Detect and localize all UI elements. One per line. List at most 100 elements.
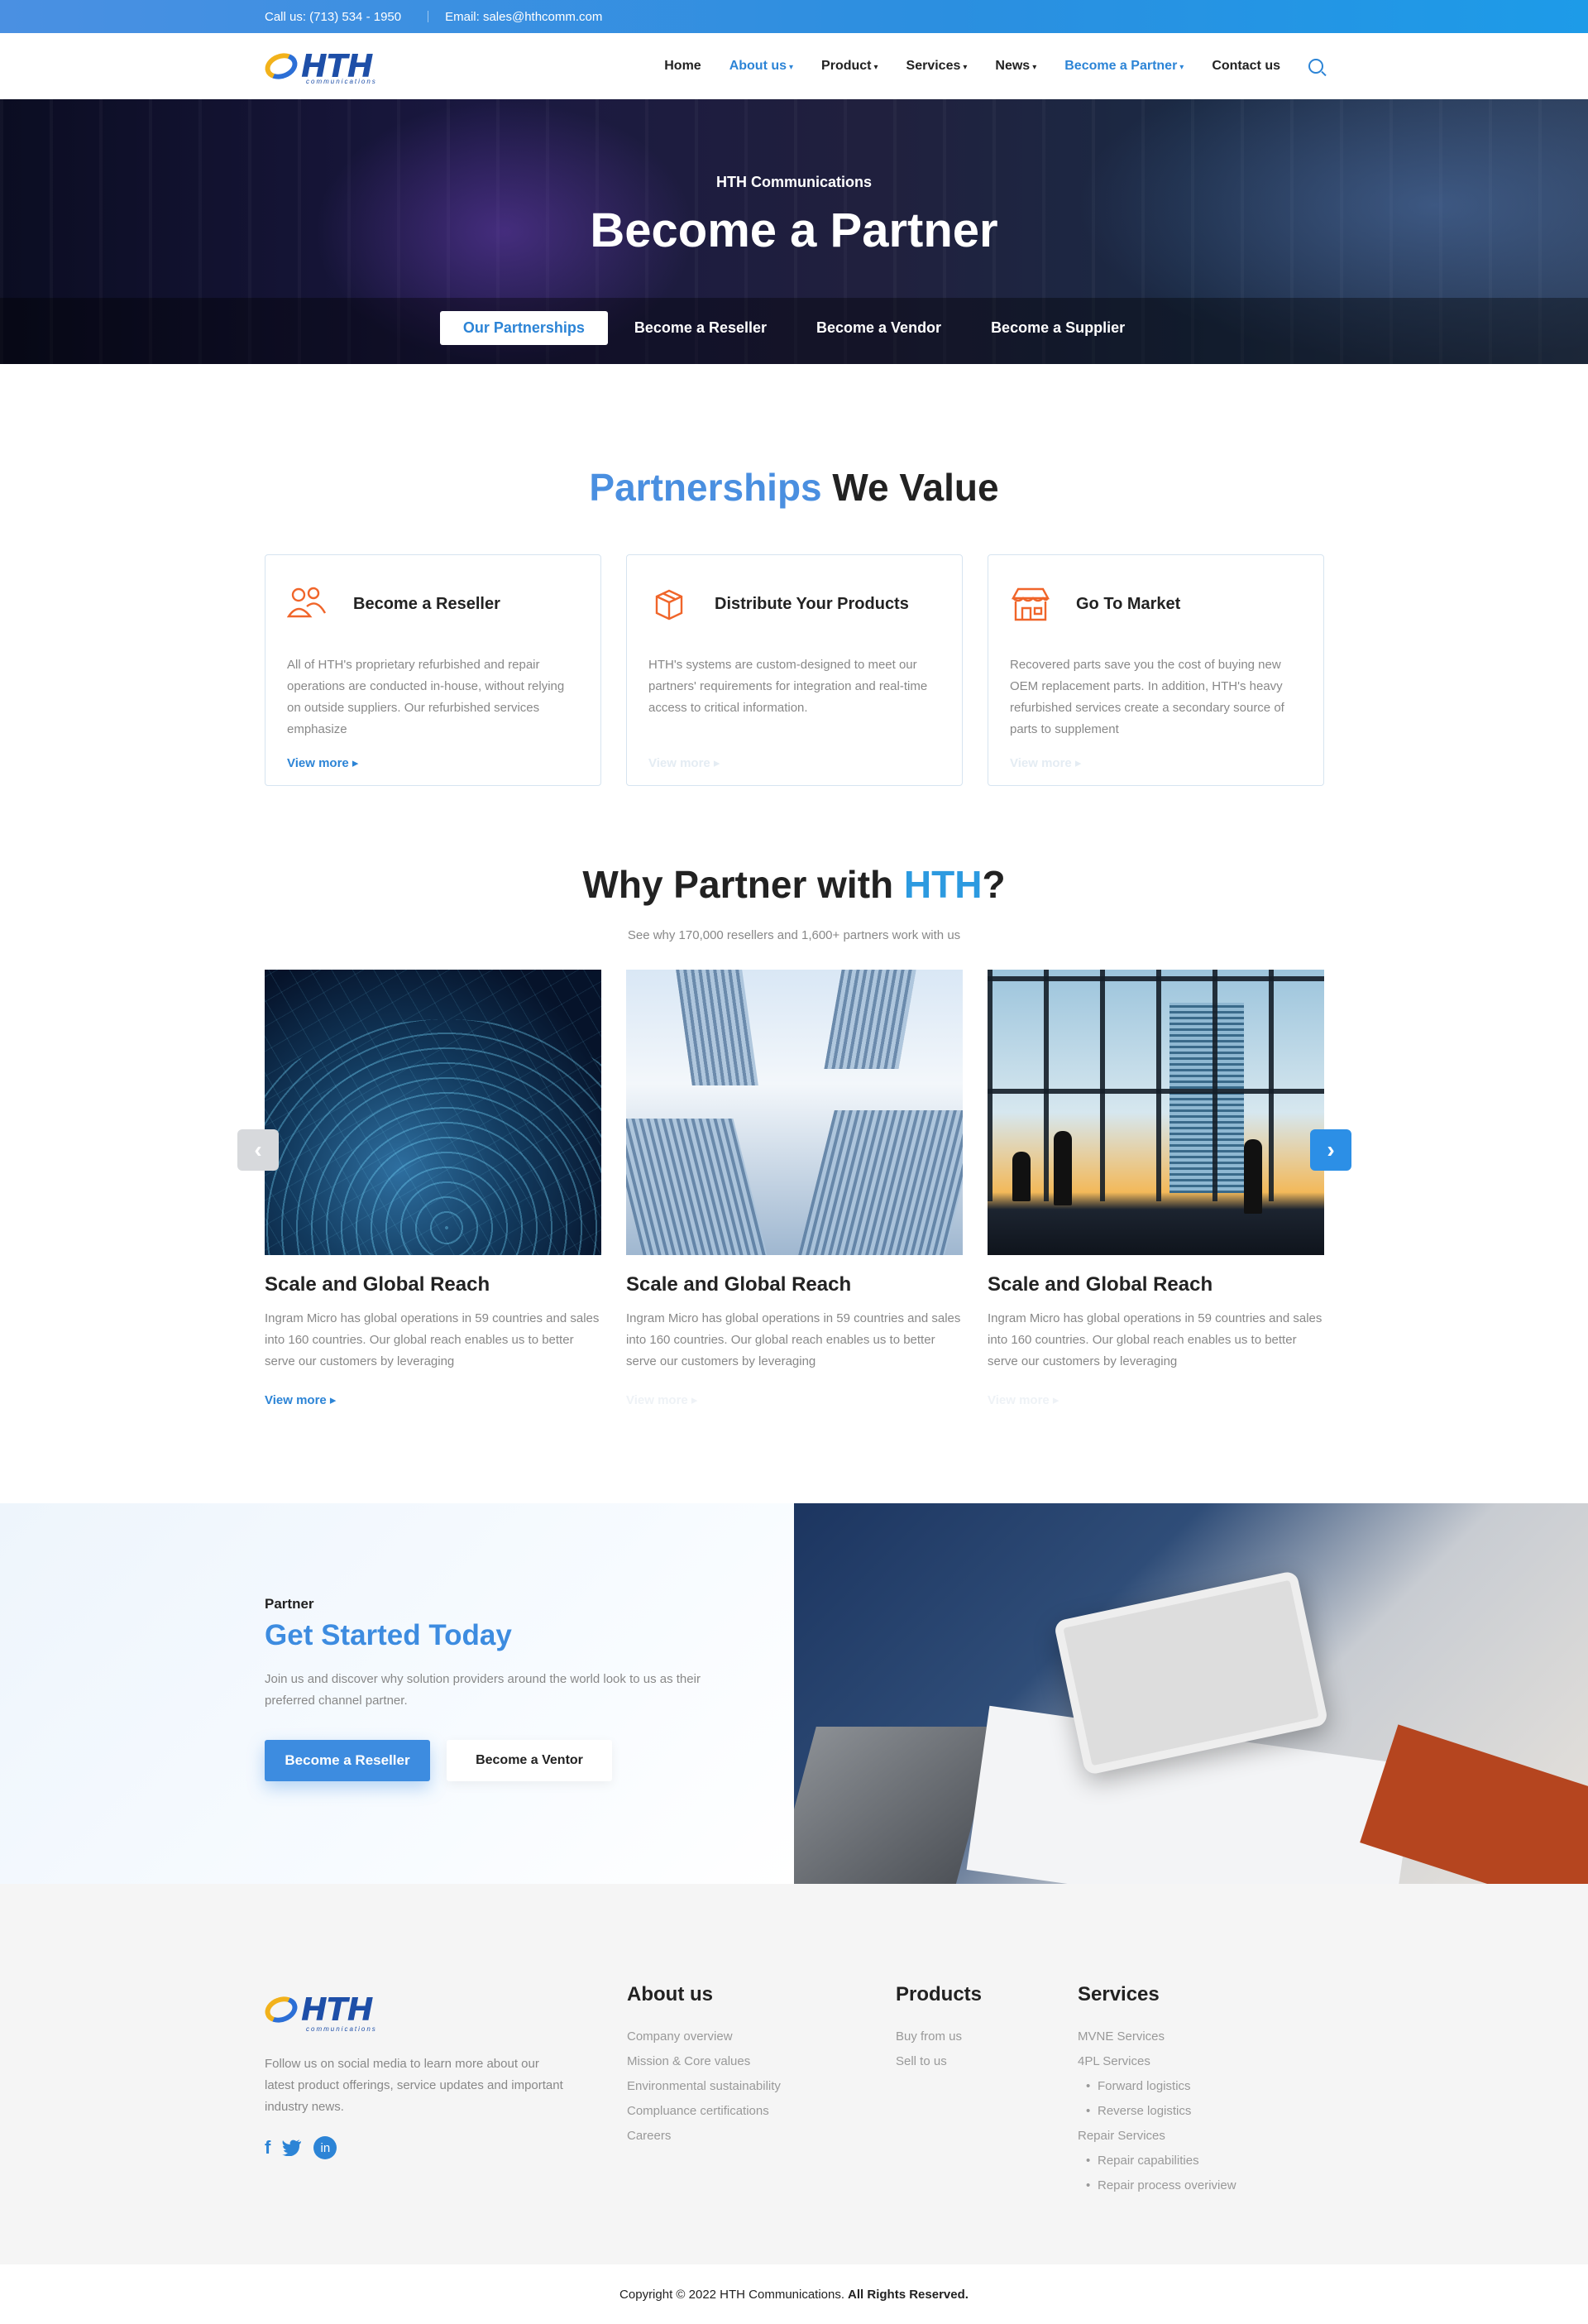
slide-text: Ingram Micro has global operations in 59… — [626, 1311, 961, 1368]
footer-link[interactable]: Careers — [627, 2124, 781, 2149]
caret-down-icon: ▾ — [789, 62, 794, 72]
skyscrapers-image — [626, 970, 963, 1255]
email-text[interactable]: Email: sales@hthcomm.com — [445, 10, 602, 24]
title-highlight: HTH — [903, 863, 983, 906]
footer-about-column: About us Company overview Mission & Core… — [627, 1983, 781, 2149]
footer-link[interactable]: Compluance certifications — [627, 2099, 781, 2124]
footer-sublink[interactable]: Repair process overiview — [1078, 2173, 1236, 2198]
carousel-next-button[interactable]: › — [1310, 1129, 1351, 1171]
slide-title: Scale and Global Reach — [265, 1273, 490, 1296]
view-more-link[interactable]: View more ▸ — [648, 755, 720, 770]
card-text: HTH's systems are custom-designed to mee… — [648, 658, 928, 715]
view-more-link[interactable]: View more ▸ — [265, 1392, 336, 1407]
column-title: Products — [896, 1983, 983, 2005]
nav-contact-us[interactable]: Contact us — [1212, 59, 1280, 74]
footer-link[interactable]: Environmental sustainability — [627, 2074, 781, 2099]
card-title: Distribute Your Products — [715, 594, 909, 613]
logo-subtext: communications — [306, 2025, 377, 2033]
partnerships-title: Partnerships We Value — [0, 465, 1588, 510]
tab-our-partnerships[interactable]: Our Partnerships — [439, 311, 608, 345]
phone-text[interactable]: Call us: (713) 534 - 1950 — [265, 10, 401, 24]
view-more-link[interactable]: View more ▸ — [626, 1392, 697, 1407]
nav-home[interactable]: Home — [664, 59, 701, 74]
footer-logo[interactable]: HTH communications — [261, 1985, 430, 2034]
nav-become-partner[interactable]: Become a Partner ▾ — [1064, 59, 1184, 74]
title-highlight: Partnerships — [589, 466, 822, 509]
nav-label: Contact us — [1212, 58, 1280, 73]
carousel-slide: Scale and Global Reach Ingram Micro has … — [626, 970, 963, 1408]
hero-eyebrow: HTH Communications — [715, 174, 872, 190]
link-label: View more — [287, 756, 349, 770]
business-meeting-image — [794, 1503, 1588, 1884]
box-icon — [655, 589, 683, 621]
logo-subtext: communications — [306, 77, 377, 85]
person-silhouette — [1012, 1152, 1031, 1201]
why-partner-title: Why Partner with HTH? — [0, 862, 1588, 907]
nav-label: News — [995, 58, 1031, 73]
logo[interactable]: HTH communications — [261, 46, 397, 87]
office-window-image — [988, 970, 1324, 1255]
reasons-carousel: Scale and Global Reach Ingram Micro has … — [265, 970, 1324, 1408]
footer-link[interactable]: 4PL Services — [1078, 2049, 1236, 2074]
footer-description: Follow us on social media to learn more … — [265, 2057, 563, 2114]
store-icon — [1011, 587, 1050, 621]
link-label: View more — [648, 756, 710, 770]
twitter-icon[interactable] — [282, 2140, 302, 2156]
card-title: Go To Market — [1076, 594, 1181, 613]
building-shape — [824, 970, 916, 1069]
footer-link[interactable]: Repair Services — [1078, 2124, 1236, 2149]
person-silhouette — [1244, 1139, 1262, 1214]
nav-label: Home — [664, 58, 701, 73]
partnership-card: Become a Reseller All of HTH's proprieta… — [265, 554, 601, 786]
main-nav: HTH communications Home About us ▾ Produc… — [0, 33, 1588, 99]
footer-link[interactable]: Mission & Core values — [627, 2049, 781, 2074]
footer: HTH communications Follow us on social m… — [0, 1884, 1588, 2324]
footer-link[interactable]: Sell to us — [896, 2049, 982, 2074]
nav-news[interactable]: News ▾ — [995, 59, 1036, 74]
search-icon[interactable] — [1308, 58, 1323, 74]
footer-link[interactable]: Buy from us — [896, 2025, 982, 2049]
tab-become-supplier[interactable]: Become a Supplier — [968, 311, 1148, 345]
rights-text: All Rights Reserved. — [848, 2287, 969, 2302]
nav-label: Become a Partner — [1064, 58, 1178, 73]
title-start: Why Partner with — [582, 863, 904, 906]
footer-link[interactable]: Company overview — [627, 2025, 781, 2049]
title-rest: We Value — [821, 466, 999, 509]
card-text: Recovered parts save you the cost of buy… — [1010, 658, 1284, 736]
carousel-prev-button[interactable]: ‹ — [237, 1129, 279, 1171]
nav-product[interactable]: Product ▾ — [821, 59, 878, 74]
footer-sublink[interactable]: Repair capabilities — [1078, 2149, 1236, 2173]
footer-sublink[interactable]: Reverse logistics — [1078, 2099, 1236, 2124]
social-links: f in — [265, 2136, 337, 2159]
card-title: Become a Reseller — [353, 594, 500, 613]
column-title: Services — [1078, 1983, 1160, 2005]
network-globe-image — [265, 970, 601, 1255]
logo-swoosh-icon — [261, 48, 301, 84]
copyright-bar: Copyright © 2022 HTH Communications. All… — [0, 2264, 1588, 2324]
logo-text: HTH — [301, 1991, 374, 2028]
footer-sublink[interactable]: Forward logistics — [1078, 2074, 1236, 2099]
become-ventor-button[interactable]: Become a Ventor — [447, 1740, 612, 1781]
caret-down-icon: ▾ — [1179, 62, 1184, 72]
users-icon — [287, 587, 327, 618]
partnership-cards: Become a Reseller All of HTH's proprieta… — [265, 554, 1324, 786]
cta-text: Join us and discover why solution provid… — [265, 1672, 701, 1708]
link-label: View more — [626, 1393, 688, 1407]
cta-label: Partner — [265, 1596, 314, 1612]
view-more-link[interactable]: View more ▸ — [988, 1392, 1059, 1407]
caret-down-icon: ▾ — [963, 62, 968, 72]
view-more-link[interactable]: View more ▸ — [287, 755, 358, 770]
become-reseller-button[interactable]: Become a Reseller — [265, 1740, 430, 1781]
hero-banner: HTH Communications Become a Partner Our … — [0, 99, 1588, 364]
nav-services[interactable]: Services ▾ — [906, 59, 968, 74]
top-contact-bar: Call us: (713) 534 - 1950 Email: sales@h… — [0, 0, 1588, 33]
tab-become-vendor[interactable]: Become a Vendor — [793, 311, 964, 345]
footer-link[interactable]: MVNE Services — [1078, 2025, 1236, 2049]
facebook-icon[interactable]: f — [265, 2137, 270, 2159]
view-more-link[interactable]: View more ▸ — [1010, 755, 1081, 770]
slide-text: Ingram Micro has global operations in 59… — [265, 1311, 600, 1368]
tab-become-reseller[interactable]: Become a Reseller — [611, 311, 790, 345]
linkedin-icon[interactable]: in — [313, 2136, 337, 2159]
nav-about-us[interactable]: About us ▾ — [729, 59, 793, 74]
link-label: View more — [265, 1393, 327, 1407]
